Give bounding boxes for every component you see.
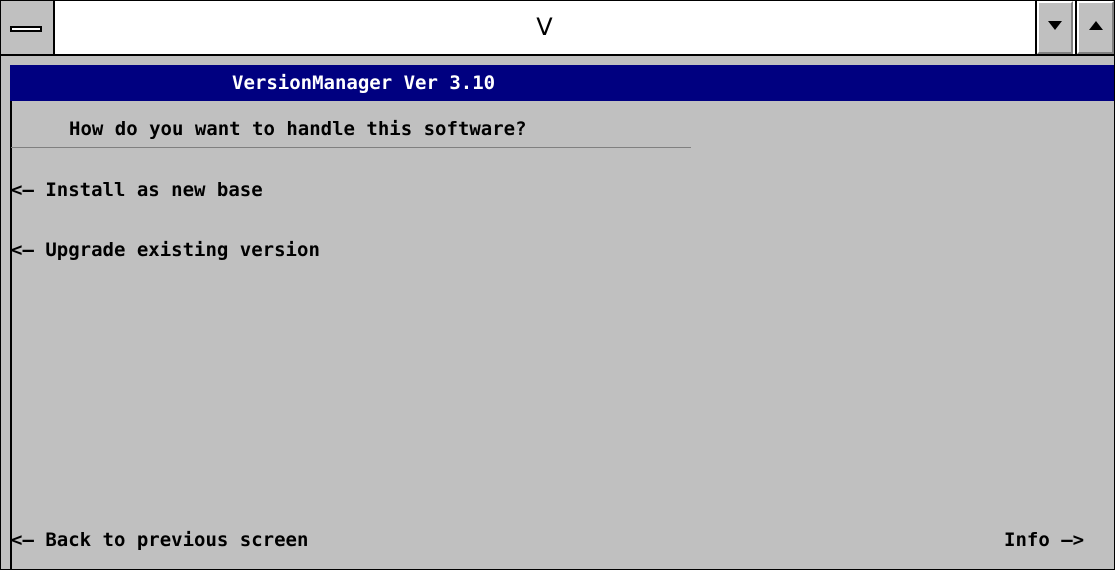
right-arrow-icon: —> <box>1061 529 1085 551</box>
content-left-border <box>10 101 12 569</box>
app-header: VersionManager Ver 3.10 <box>10 65 1114 101</box>
left-arrow-icon: <— <box>11 179 34 201</box>
system-menu-bar-icon <box>10 26 42 32</box>
window-title: V <box>536 13 553 41</box>
prompt-question: How do you want to handle this software? <box>69 118 527 140</box>
title-bar: V <box>1 1 1114 56</box>
option-install-new-base[interactable]: <— Install as new base <box>11 179 263 201</box>
info-label: Info <box>1004 529 1050 551</box>
back-to-previous-screen-button[interactable]: <— Back to previous screen <box>11 529 308 551</box>
option-upgrade-existing-version[interactable]: <— Upgrade existing version <box>11 239 320 261</box>
maximize-button[interactable] <box>1075 1 1114 54</box>
triangle-up-icon <box>1089 21 1103 30</box>
divider <box>11 147 691 148</box>
option-label: Upgrade existing version <box>45 239 320 261</box>
left-arrow-icon: <— <box>11 529 34 551</box>
system-menu-button[interactable] <box>1 1 55 54</box>
app-header-title: VersionManager Ver 3.10 <box>232 72 496 94</box>
left-arrow-icon: <— <box>11 239 34 261</box>
back-label: Back to previous screen <box>45 529 309 551</box>
option-label: Install as new base <box>45 179 263 201</box>
triangle-down-icon <box>1048 21 1062 30</box>
minimize-button[interactable] <box>1035 1 1073 54</box>
app-window: V VersionManager Ver 3.10 How do you wan… <box>0 0 1115 570</box>
info-button[interactable]: Info —> <box>1004 529 1084 551</box>
